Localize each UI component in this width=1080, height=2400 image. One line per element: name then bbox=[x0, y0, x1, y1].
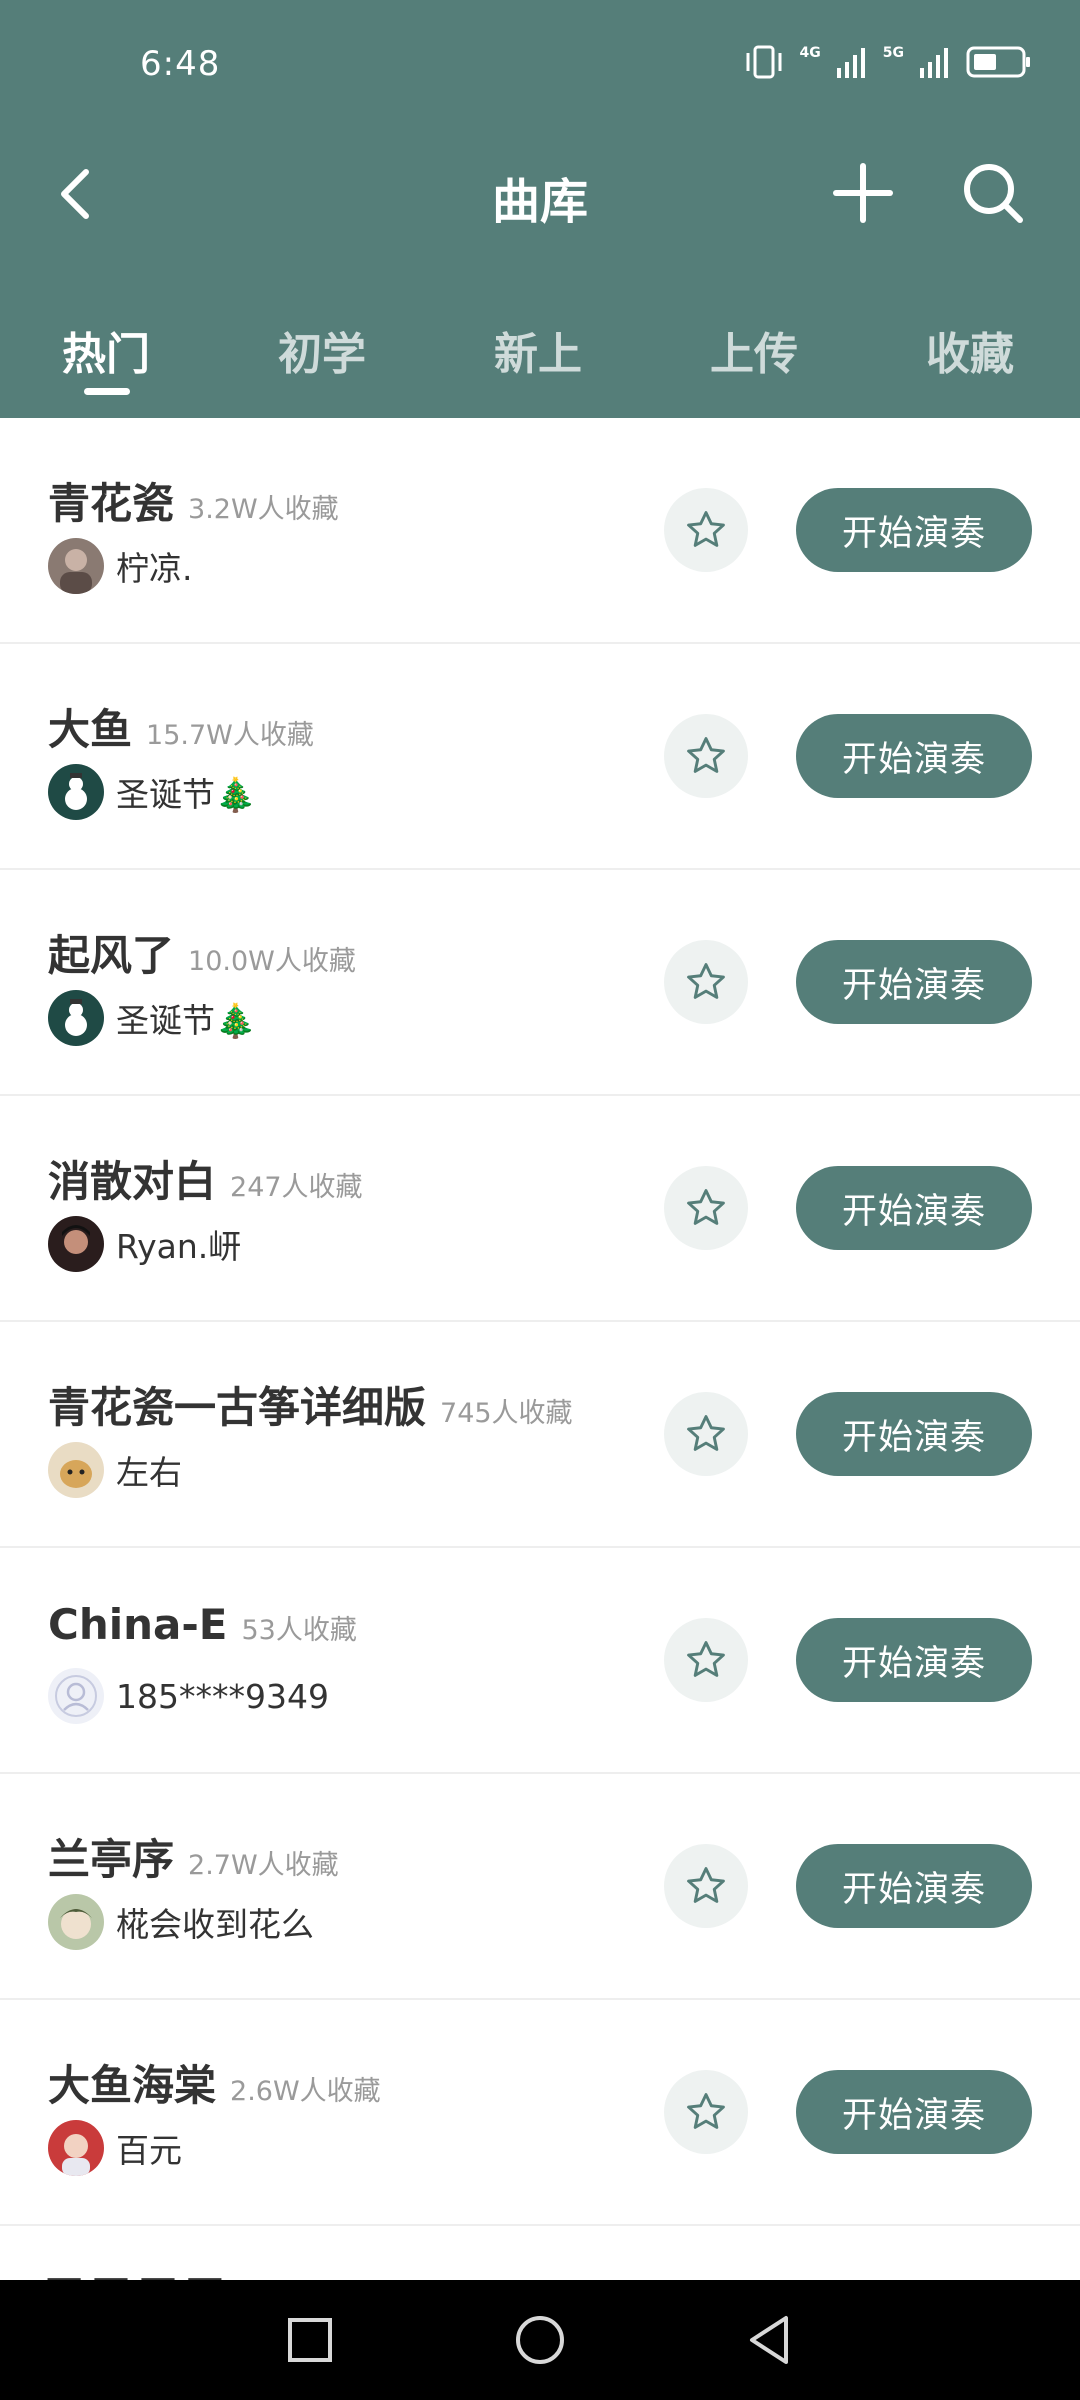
back-nav-icon[interactable] bbox=[740, 2310, 800, 2370]
list-item[interactable]: 消散对白 247人收藏 Ryan.岍 开始演奏 bbox=[0, 1096, 1080, 1322]
favorite-count: 15.7W人收藏 bbox=[146, 720, 314, 751]
tab-upload[interactable]: 上传 bbox=[710, 318, 798, 382]
tab-new[interactable]: 新上 bbox=[494, 318, 582, 382]
favorite-count: 745人收藏 bbox=[440, 1398, 573, 1429]
favorite-count: 10.0W人收藏 bbox=[188, 946, 356, 977]
avatar bbox=[48, 764, 104, 820]
list-item[interactable]: 大鱼 15.7W人收藏 圣诞节🎄 开始演奏 bbox=[0, 644, 1080, 870]
author-name: 185****9349 bbox=[116, 1676, 329, 1716]
author: 圣诞节🎄 bbox=[48, 764, 256, 820]
list-item-partial[interactable]: ▇ ▇ ▇ ▇ bbox=[0, 2228, 1080, 2280]
tab-beginner[interactable]: 初学 bbox=[278, 318, 366, 382]
list-item[interactable]: 青花瓷一古筝详细版 745人收藏 左右 开始演奏 bbox=[0, 1322, 1080, 1548]
avatar bbox=[48, 1894, 104, 1950]
favorite-count: 2.7W人收藏 bbox=[188, 1850, 339, 1881]
author-name: 圣诞节🎄 bbox=[116, 1001, 257, 1040]
star-icon bbox=[687, 737, 725, 773]
system-nav-bar bbox=[0, 2280, 1080, 2400]
author-name: 百元 bbox=[116, 2131, 182, 2170]
song-title: 兰亭序 2.7W人收藏 bbox=[48, 1835, 339, 1884]
star-icon bbox=[687, 963, 725, 999]
author: Ryan.岍 bbox=[48, 1216, 241, 1272]
author: 圣诞节🎄 bbox=[48, 990, 256, 1046]
app-header: 6:48 4G 5G 曲库 热门 初学 新上 上传 收藏 bbox=[0, 0, 1080, 418]
category-tabs: 热门 初学 新上 上传 收藏 bbox=[0, 318, 1080, 398]
favorite-button[interactable] bbox=[664, 2070, 748, 2154]
favorite-count: 3.2W人收藏 bbox=[188, 494, 339, 525]
song-title: 青花瓷一古筝详细版 745人收藏 bbox=[48, 1383, 573, 1432]
song-title: 青花瓷 3.2W人收藏 bbox=[48, 479, 339, 528]
status-time: 6:48 bbox=[140, 44, 221, 84]
song-title: 消散对白 247人收藏 bbox=[48, 1157, 363, 1206]
avatar bbox=[48, 538, 104, 594]
start-play-button[interactable]: 开始演奏 bbox=[796, 488, 1032, 572]
network-5g-label: 5G bbox=[882, 45, 904, 61]
recent-apps-icon[interactable] bbox=[280, 2310, 340, 2370]
tab-favorites[interactable]: 收藏 bbox=[926, 318, 1014, 382]
avatar bbox=[48, 990, 104, 1046]
start-play-button[interactable]: 开始演奏 bbox=[796, 1844, 1032, 1928]
avatar bbox=[48, 2120, 104, 2176]
avatar bbox=[48, 1442, 104, 1498]
add-icon[interactable] bbox=[832, 162, 894, 224]
author: 左右 bbox=[48, 1442, 182, 1498]
favorite-button[interactable] bbox=[664, 714, 748, 798]
start-play-button[interactable]: 开始演奏 bbox=[796, 1392, 1032, 1476]
page-title: 曲库 bbox=[491, 174, 588, 230]
network-4g-label: 4G bbox=[799, 45, 821, 61]
star-icon bbox=[687, 1867, 725, 1903]
star-icon bbox=[687, 511, 725, 547]
home-icon[interactable] bbox=[510, 2310, 570, 2370]
favorite-count: 53人收藏 bbox=[241, 1615, 357, 1646]
search-icon[interactable] bbox=[960, 160, 1026, 226]
battery-icon bbox=[966, 46, 1030, 78]
status-icons: 4G 5G bbox=[744, 44, 1032, 80]
avatar bbox=[48, 1216, 104, 1272]
song-title: 起风了 10.0W人收藏 bbox=[48, 931, 356, 980]
tab-hot[interactable]: 热门 bbox=[62, 318, 150, 382]
active-tab-indicator bbox=[84, 388, 130, 395]
song-title: 大鱼海棠 2.6W人收藏 bbox=[48, 2061, 381, 2110]
star-icon bbox=[687, 1415, 725, 1451]
favorite-button[interactable] bbox=[664, 1618, 748, 1702]
list-item[interactable]: 兰亭序 2.7W人收藏 椛会收到花么 开始演奏 bbox=[0, 1774, 1080, 2000]
favorite-button[interactable] bbox=[664, 488, 748, 572]
song-title-partial: ▇ ▇ ▇ ▇ bbox=[48, 2272, 221, 2280]
favorite-count: 2.6W人收藏 bbox=[230, 2076, 381, 2107]
author-name: 圣诞节🎄 bbox=[116, 775, 257, 814]
start-play-button[interactable]: 开始演奏 bbox=[796, 714, 1032, 798]
star-icon bbox=[687, 1641, 725, 1677]
start-play-button[interactable]: 开始演奏 bbox=[796, 1618, 1032, 1702]
favorite-count: 247人收藏 bbox=[230, 1172, 363, 1203]
author: 椛会收到花么 bbox=[48, 1894, 314, 1950]
signal-icon bbox=[920, 48, 948, 78]
vibrate-icon bbox=[746, 45, 782, 79]
author-name: 左右 bbox=[116, 1453, 182, 1492]
favorite-button[interactable] bbox=[664, 1392, 748, 1476]
favorite-button[interactable] bbox=[664, 1166, 748, 1250]
author-name: Ryan.岍 bbox=[116, 1227, 242, 1266]
list-item[interactable]: 起风了 10.0W人收藏 圣诞节🎄 开始演奏 bbox=[0, 870, 1080, 1096]
list-item[interactable]: 大鱼海棠 2.6W人收藏 百元 开始演奏 bbox=[0, 2000, 1080, 2226]
status-bar: 6:48 4G 5G bbox=[0, 0, 1080, 130]
author-name: 椛会收到花么 bbox=[116, 1905, 314, 1944]
star-icon bbox=[687, 1189, 725, 1225]
start-play-button[interactable]: 开始演奏 bbox=[796, 2070, 1032, 2154]
song-title: 大鱼 15.7W人收藏 bbox=[48, 705, 314, 754]
star-icon bbox=[687, 2093, 725, 2129]
author: 185****9349 bbox=[48, 1668, 329, 1724]
author: 柠凉. bbox=[48, 538, 193, 594]
nav-row: 曲库 bbox=[0, 150, 1080, 240]
author-name: 柠凉. bbox=[116, 549, 193, 588]
song-title: China-E 53人收藏 bbox=[48, 1600, 357, 1649]
start-play-button[interactable]: 开始演奏 bbox=[796, 1166, 1032, 1250]
avatar bbox=[48, 1668, 104, 1724]
start-play-button[interactable]: 开始演奏 bbox=[796, 940, 1032, 1024]
signal-icon bbox=[836, 48, 865, 78]
list-item[interactable]: 青花瓷 3.2W人收藏 柠凉. 开始演奏 bbox=[0, 418, 1080, 644]
favorite-button[interactable] bbox=[664, 1844, 748, 1928]
author: 百元 bbox=[48, 2120, 182, 2176]
favorite-button[interactable] bbox=[664, 940, 748, 1024]
list-item[interactable]: China-E 53人收藏 185****9349 开始演奏 bbox=[0, 1548, 1080, 1774]
